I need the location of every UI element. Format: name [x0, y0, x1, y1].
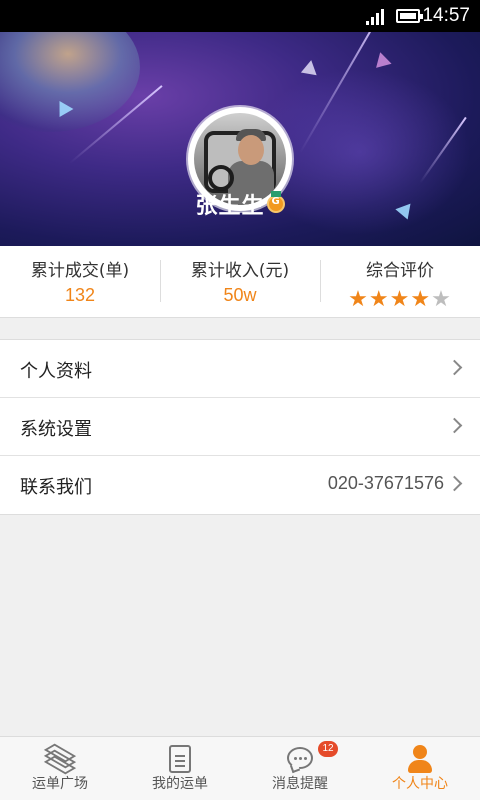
tab-messages[interactable]: 消息提醒 — [240, 737, 360, 800]
menu-item-contact[interactable]: 联系我们 020-37671576 — [0, 456, 480, 514]
chevron-right-icon — [446, 359, 463, 376]
stats-panel: 累计成交(单) 132 累计收入(元) 50w 综合评价 ★★★★★ — [0, 246, 480, 318]
stat-rating: 综合评价 ★★★★★ — [320, 246, 480, 318]
profile-name: 张生生 — [195, 194, 265, 219]
menu-item-label: 个人资料 — [20, 361, 92, 382]
chat-icon — [287, 747, 313, 769]
profile-name-row: 张生生 — [0, 188, 480, 220]
layers-icon — [43, 743, 77, 775]
menu-item-label: 联系我们 — [20, 477, 92, 498]
star-icon: ★ — [348, 287, 369, 312]
star-icon: ★ — [368, 287, 390, 312]
medal-icon — [266, 191, 285, 213]
signal-icon — [366, 9, 386, 25]
chevron-right-icon — [446, 475, 463, 492]
menu-item-label: 系统设置 — [20, 419, 92, 440]
status-time: 14:57 — [422, 5, 470, 26]
message-count-badge: 12 — [318, 741, 338, 757]
rating-stars: ★★★★★ — [320, 287, 480, 312]
tab-label: 消息提醒 — [272, 776, 328, 792]
menu-item-profile[interactable]: 个人资料 — [0, 340, 480, 398]
stat-label: 累计成交(单) — [30, 261, 130, 281]
stat-value: 132 — [64, 285, 96, 305]
stat-total-income: 累计收入(元) 50w — [160, 246, 320, 318]
star-icon: ★ — [431, 287, 452, 312]
battery-icon — [396, 9, 423, 23]
tab-my-orders[interactable]: 我的运单 — [120, 737, 240, 800]
tab-label: 运单广场 — [32, 776, 88, 792]
tab-order-square[interactable]: 运单广场 — [0, 737, 120, 800]
tab-personal-center[interactable]: 个人中心 — [360, 737, 480, 800]
stat-label: 累计收入(元) — [190, 261, 290, 281]
bottom-tab-bar: 运单广场 我的运单 消息提醒 个人中心 — [0, 736, 480, 800]
stat-value: 50w — [223, 285, 257, 305]
document-icon — [169, 745, 191, 773]
stat-label: 综合评价 — [366, 261, 434, 281]
chevron-right-icon — [446, 417, 463, 434]
menu-item-settings[interactable]: 系统设置 — [0, 398, 480, 456]
contact-phone: 020-37671576 — [327, 473, 444, 493]
person-icon — [405, 745, 435, 773]
star-icon: ★ — [410, 287, 432, 312]
tab-label: 我的运单 — [152, 776, 208, 792]
status-bar: 14:57 — [0, 0, 480, 32]
settings-menu: 个人资料 系统设置 联系我们 020-37671576 — [0, 339, 480, 515]
star-icon: ★ — [389, 287, 411, 312]
stat-total-orders: 累计成交(单) 132 — [0, 246, 160, 318]
crystal-shard — [300, 58, 320, 76]
tab-label: 个人中心 — [392, 776, 448, 792]
planet-decoration — [0, 32, 140, 132]
